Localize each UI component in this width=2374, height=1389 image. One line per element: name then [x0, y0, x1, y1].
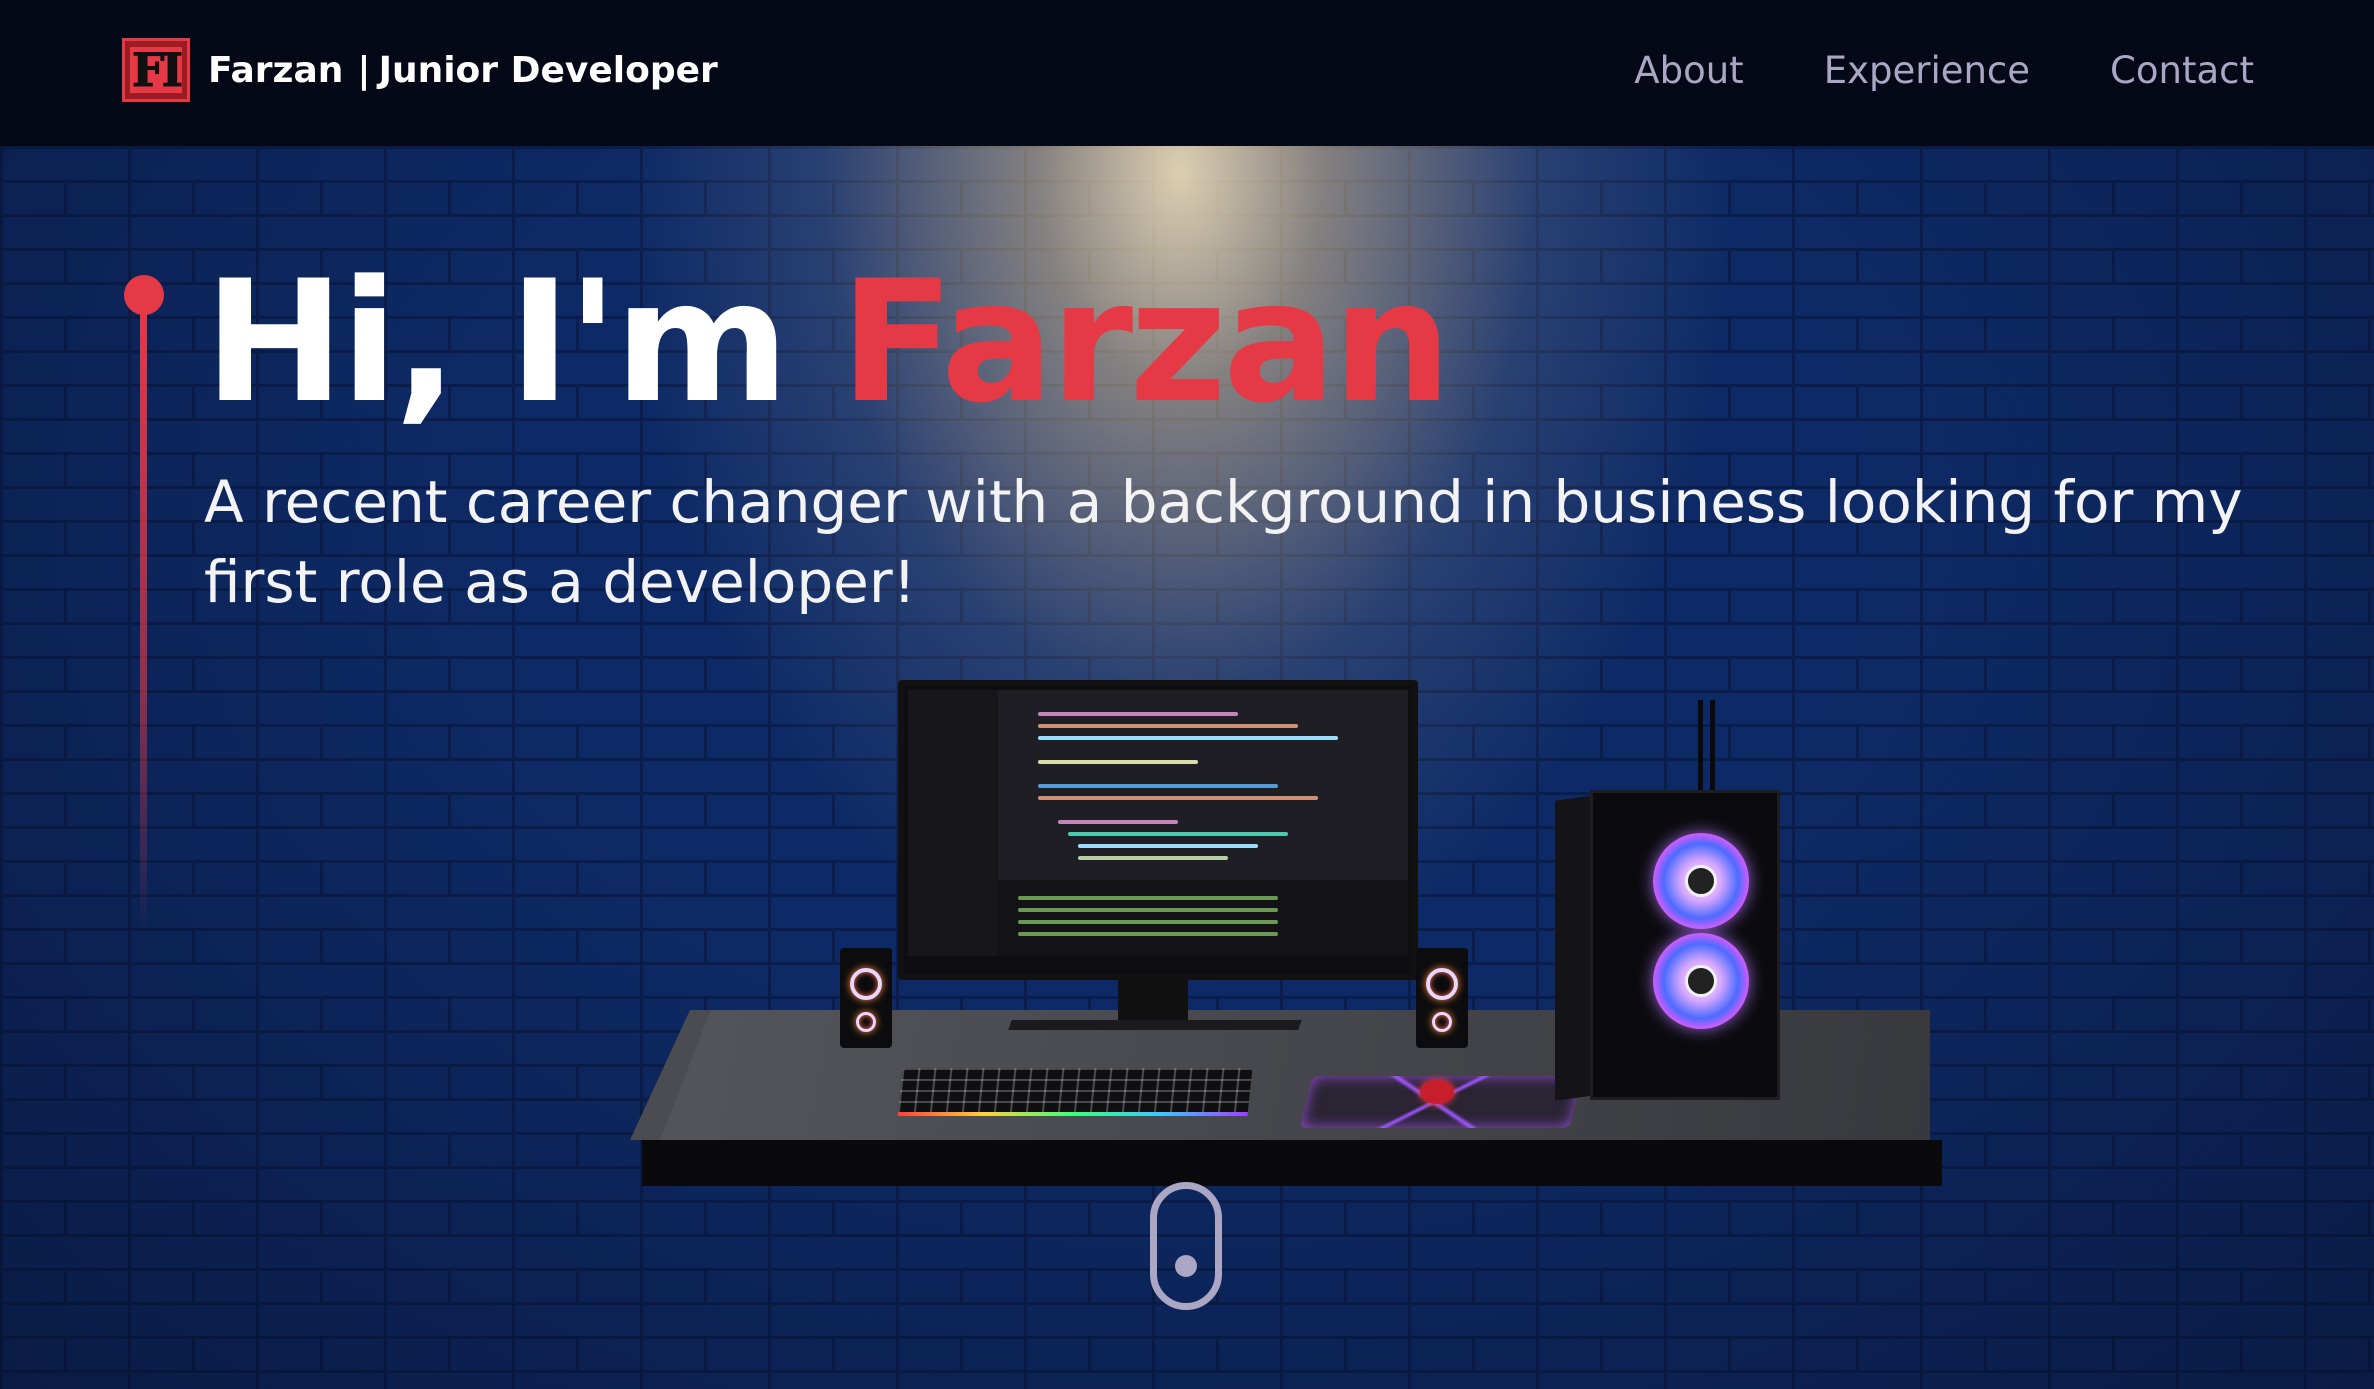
keyboard-image [897, 1068, 1253, 1116]
mouse-scroll-icon[interactable] [1150, 1182, 1222, 1310]
nav-link-about[interactable]: About [1634, 49, 1743, 92]
navbar: FI Farzan | Junior Developer About Experie… [0, 0, 2374, 146]
monitor-stand [1118, 980, 1188, 1022]
code-line [1038, 724, 1298, 728]
code-line [1038, 784, 1278, 788]
mouse-image [1420, 1080, 1454, 1104]
code-line [1038, 736, 1338, 740]
brand-separator: | [357, 49, 371, 91]
left-speaker-image [840, 948, 892, 1048]
speaker-ring [1426, 968, 1458, 1000]
editor-terminal [998, 880, 1408, 956]
terminal-line [1018, 932, 1278, 936]
code-line [1058, 820, 1178, 824]
logo-icon: FI [122, 38, 190, 102]
brand-title: Farzan | Junior Developer [208, 50, 718, 91]
terminal-line [1018, 908, 1278, 912]
fan-hub [1685, 865, 1717, 897]
fan-hub [1685, 965, 1717, 997]
hero-subtitle: A recent career changer with a backgroun… [204, 468, 2243, 616]
speaker-ring [1432, 1012, 1452, 1032]
code-line [1038, 760, 1198, 764]
speaker-ring [856, 1012, 876, 1032]
brand-role: Junior Developer [378, 49, 718, 91]
pc-antenna [1698, 700, 1703, 795]
code-line [1068, 832, 1288, 836]
hero-greeting: Hi, I'm [204, 244, 789, 440]
nav-link-experience[interactable]: Experience [1824, 49, 2030, 92]
brand-home-link[interactable]: FI Farzan | Junior Developer [122, 34, 718, 106]
editor-sidebar [908, 690, 998, 956]
portfolio-page: FI Farzan | Junior Developer About Experie… [0, 0, 2374, 1389]
code-line [1078, 844, 1258, 848]
rgb-fan-icon [1653, 933, 1749, 1029]
rgb-fan-icon [1653, 833, 1749, 929]
right-speaker-image [1416, 948, 1468, 1048]
pc-antenna [1710, 700, 1715, 795]
pc-case-side [1555, 795, 1595, 1101]
brand-name: Farzan [208, 49, 344, 91]
hero-title: Hi, I'm Farzan [204, 250, 1452, 435]
monitor-base [1008, 1020, 1302, 1030]
desk-scene-canvas[interactable] [630, 680, 1970, 1200]
monitor-image [898, 680, 1418, 980]
accent-stem [140, 305, 147, 935]
speaker-ring [850, 968, 882, 1000]
logo-text: FI [129, 43, 184, 97]
nav-links: About Experience Contact [1634, 0, 2254, 140]
code-line [1078, 856, 1228, 860]
terminal-line [1018, 896, 1278, 900]
terminal-line [1018, 920, 1278, 924]
hero-name: Farzan [840, 244, 1452, 440]
pc-case-image [1590, 790, 1780, 1100]
scroll-dot [1175, 1255, 1197, 1277]
nav-link-contact[interactable]: Contact [2110, 49, 2254, 92]
code-line [1038, 796, 1318, 800]
hero-accent-line [124, 275, 164, 935]
desk-front-edge [642, 1140, 1942, 1186]
code-line [1038, 712, 1238, 716]
code-editor-screen [908, 690, 1408, 956]
